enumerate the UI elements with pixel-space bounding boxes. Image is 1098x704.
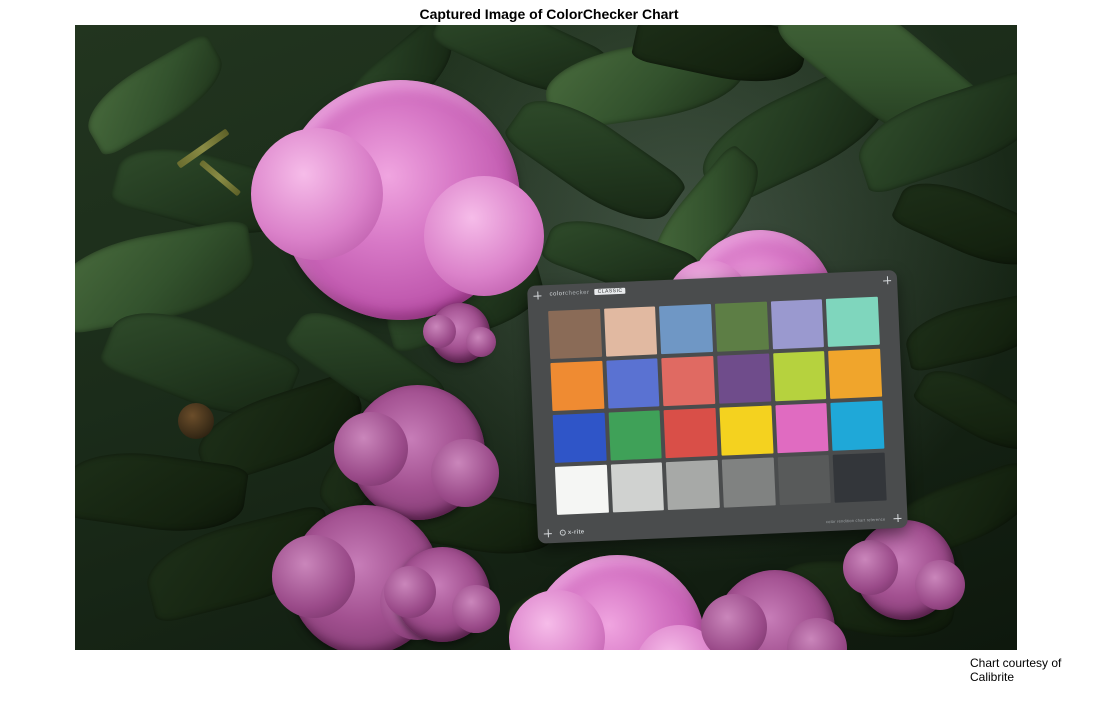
swatch-red	[664, 408, 718, 458]
crop-mark-icon	[893, 514, 901, 522]
swatch-yellow-green	[773, 351, 827, 401]
swatch-white	[555, 464, 609, 514]
swatch-blue-flower	[770, 299, 824, 349]
swatch-neutral-8	[611, 462, 665, 512]
flower-cluster	[855, 520, 955, 620]
swatch-black	[833, 452, 887, 502]
figure-title: Captured Image of ColorChecker Chart	[0, 6, 1098, 22]
crop-mark-icon	[544, 529, 552, 537]
swatch-dark-skin	[548, 309, 602, 359]
brand-badge: CLASSIC	[595, 287, 626, 294]
swatch-neutral-3.5	[777, 455, 831, 505]
footer-brand: x-rite	[560, 529, 585, 537]
swatch-foliage	[715, 301, 769, 351]
image-axes: colorchecker CLASSIC x-rite color rendit…	[75, 25, 1017, 650]
flower-cluster	[430, 303, 490, 363]
figure-caption: Chart courtesy of Calibrite	[970, 656, 1098, 684]
flower-bud	[178, 403, 214, 439]
footer-brand-text: x-rite	[568, 529, 585, 536]
swatch-yellow	[719, 405, 773, 455]
target-icon	[560, 530, 566, 536]
swatch-cyan	[830, 400, 884, 450]
swatch-orange	[551, 361, 605, 411]
flower-cluster	[350, 385, 485, 520]
swatch-green	[608, 410, 662, 460]
crop-mark-icon	[533, 291, 541, 299]
colorchecker-card: colorchecker CLASSIC x-rite color rendit…	[527, 270, 908, 544]
swatch-light-skin	[604, 306, 658, 356]
flower-cluster	[395, 547, 490, 642]
crop-mark-icon	[883, 276, 891, 284]
brand-word-1: color	[549, 291, 565, 298]
swatch-orange-yellow	[828, 348, 882, 398]
brand-word-2: checker	[565, 290, 590, 297]
swatch-purplish-blue	[606, 358, 660, 408]
swatch-blue	[553, 412, 607, 462]
swatch-blue-sky	[659, 304, 713, 354]
swatch-magenta	[775, 403, 829, 453]
swatch-purple	[717, 353, 771, 403]
swatch-bluish-green	[826, 297, 880, 347]
card-brand: colorchecker CLASSIC	[549, 287, 625, 297]
footer-small-print: color rendition chart reference	[826, 516, 886, 524]
swatch-neutral-5	[722, 457, 776, 507]
swatch-neutral-6.5	[666, 460, 720, 510]
swatch-grid	[548, 297, 886, 515]
swatch-moderate-red	[662, 356, 716, 406]
flower-cluster	[280, 80, 520, 320]
figure: Captured Image of ColorChecker Chart col…	[0, 0, 1098, 704]
